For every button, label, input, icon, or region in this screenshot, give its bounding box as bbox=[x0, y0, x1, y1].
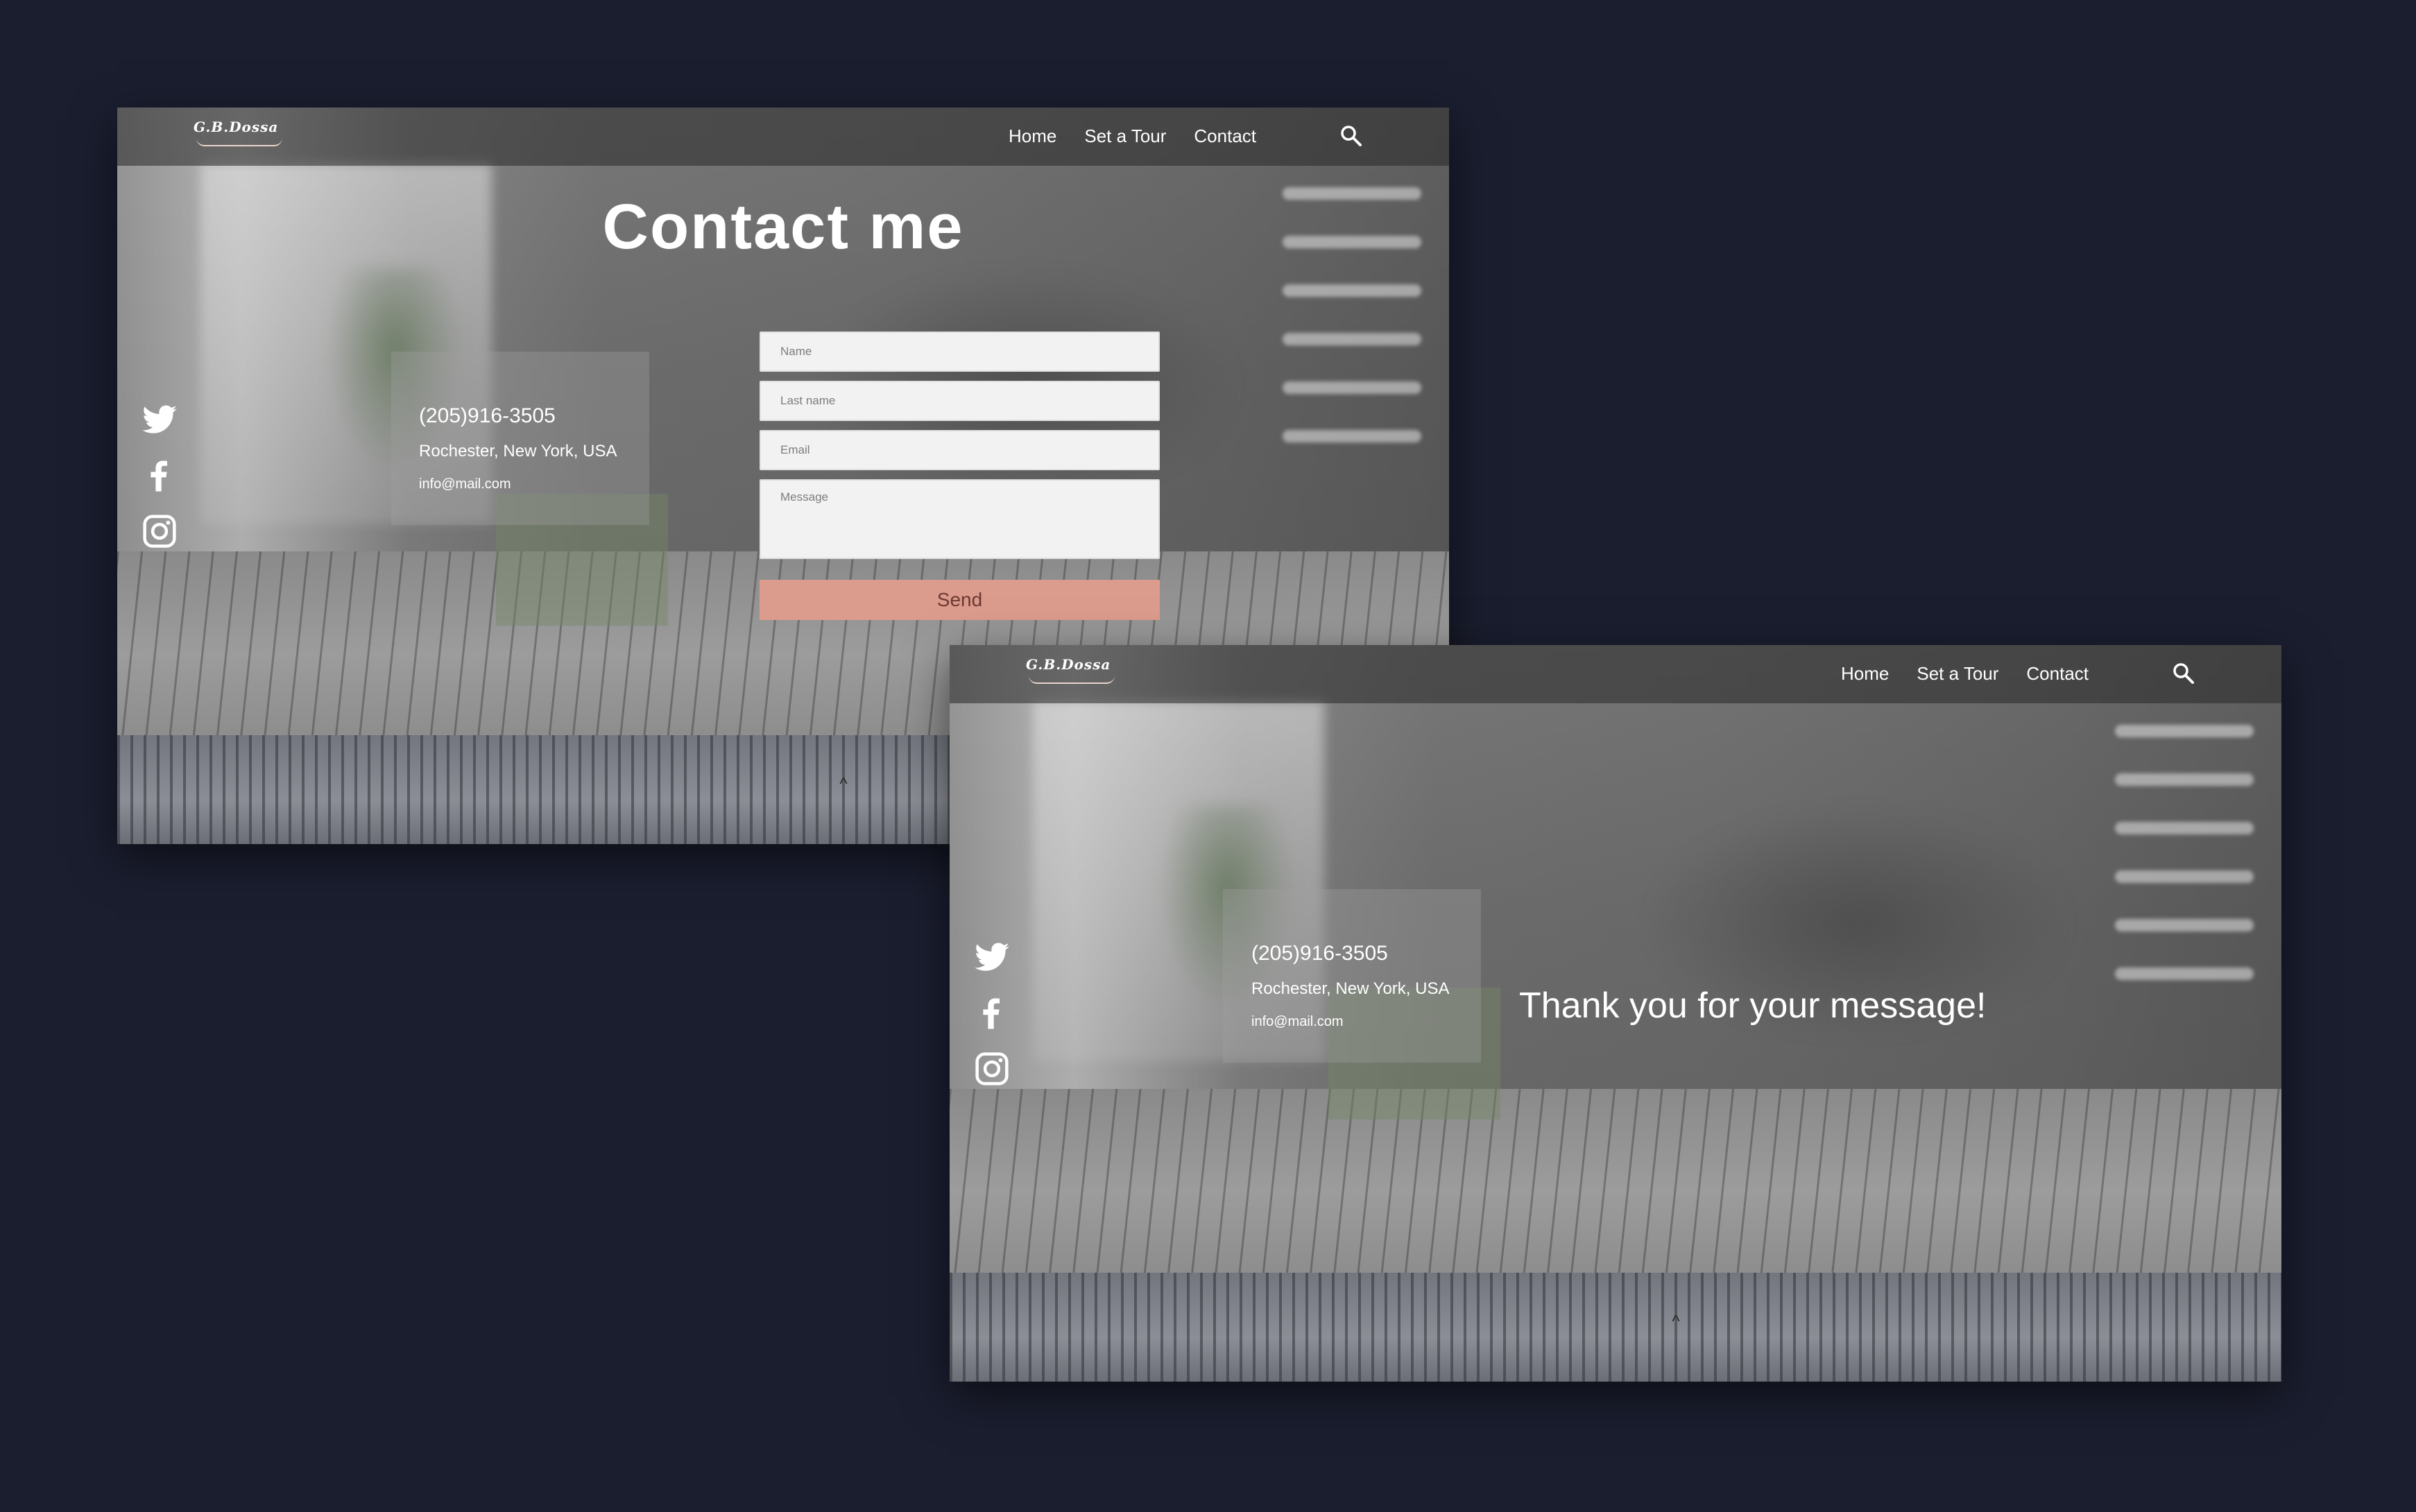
shelf-blur bbox=[2115, 725, 2254, 737]
navbar: G.B.Dossa Home Set a Tour Contact bbox=[117, 108, 1449, 166]
navbar: G.B.Dossa Home Set a Tour Contact bbox=[950, 645, 2281, 703]
shelf-blur bbox=[2115, 822, 2254, 834]
facebook-icon[interactable] bbox=[141, 457, 178, 495]
shelf-blur bbox=[2115, 870, 2254, 883]
nav-contact[interactable]: Contact bbox=[2026, 663, 2089, 685]
nav-home[interactable]: Home bbox=[1841, 663, 1889, 685]
search-icon[interactable] bbox=[2172, 662, 2195, 685]
brand-logo-text: G.B.Dossa bbox=[1026, 656, 1111, 673]
message-field[interactable] bbox=[760, 479, 1160, 559]
nav-home[interactable]: Home bbox=[1009, 126, 1056, 147]
search-icon[interactable] bbox=[1339, 124, 1363, 148]
info-phone[interactable]: (205)916-3505 bbox=[1251, 942, 1388, 965]
shelf-blur bbox=[1283, 430, 1421, 443]
chevron-up-icon[interactable]: ^ bbox=[830, 775, 857, 796]
thank-you-page-frame: G.B.Dossa Home Set a Tour Contact (205)9… bbox=[950, 645, 2281, 1382]
info-address: Rochester, New York, USA bbox=[419, 442, 617, 461]
shelf-blur bbox=[1283, 381, 1421, 394]
shelf-blur bbox=[2115, 968, 2254, 980]
contact-info-card bbox=[391, 352, 649, 525]
instagram-icon[interactable] bbox=[141, 513, 178, 550]
thank-you-message: Thank you for your message! bbox=[1519, 986, 1987, 1026]
info-email[interactable]: info@mail.com bbox=[419, 476, 511, 492]
nav-contact[interactable]: Contact bbox=[1194, 126, 1256, 147]
shelf-blur bbox=[2115, 773, 2254, 786]
page-title: Contact me bbox=[602, 191, 964, 262]
twitter-icon[interactable] bbox=[973, 939, 1011, 977]
brand-logo[interactable]: G.B.Dossa bbox=[1026, 656, 1123, 688]
info-email[interactable]: info@mail.com bbox=[1251, 1014, 1344, 1030]
logo-swash bbox=[1029, 676, 1115, 684]
send-button[interactable]: Send bbox=[760, 580, 1160, 620]
twitter-icon[interactable] bbox=[141, 402, 178, 439]
name-field[interactable] bbox=[760, 332, 1160, 372]
info-address: Rochester, New York, USA bbox=[1251, 979, 1450, 998]
nav-links: Home Set a Tour Contact bbox=[1841, 663, 2089, 685]
brand-logo-text: G.B.Dossa bbox=[194, 119, 279, 135]
instagram-icon[interactable] bbox=[973, 1050, 1011, 1088]
wood-footer-strip bbox=[950, 1273, 2281, 1382]
info-phone[interactable]: (205)916-3505 bbox=[419, 404, 556, 428]
shelf-blur bbox=[1283, 284, 1421, 297]
logo-swash bbox=[196, 138, 282, 146]
shelf-blur bbox=[1283, 333, 1421, 345]
nav-set-a-tour[interactable]: Set a Tour bbox=[1917, 663, 1998, 685]
chevron-up-icon[interactable]: ^ bbox=[1662, 1312, 1690, 1333]
facebook-icon[interactable] bbox=[973, 995, 1011, 1032]
email-field[interactable] bbox=[760, 430, 1160, 470]
nav-links: Home Set a Tour Contact bbox=[1009, 126, 1256, 147]
shelf-blur bbox=[2115, 919, 2254, 931]
lastname-field[interactable] bbox=[760, 381, 1160, 421]
contact-info-card bbox=[1223, 889, 1481, 1063]
nav-set-a-tour[interactable]: Set a Tour bbox=[1084, 126, 1166, 147]
brand-logo[interactable]: G.B.Dossa bbox=[194, 119, 291, 151]
